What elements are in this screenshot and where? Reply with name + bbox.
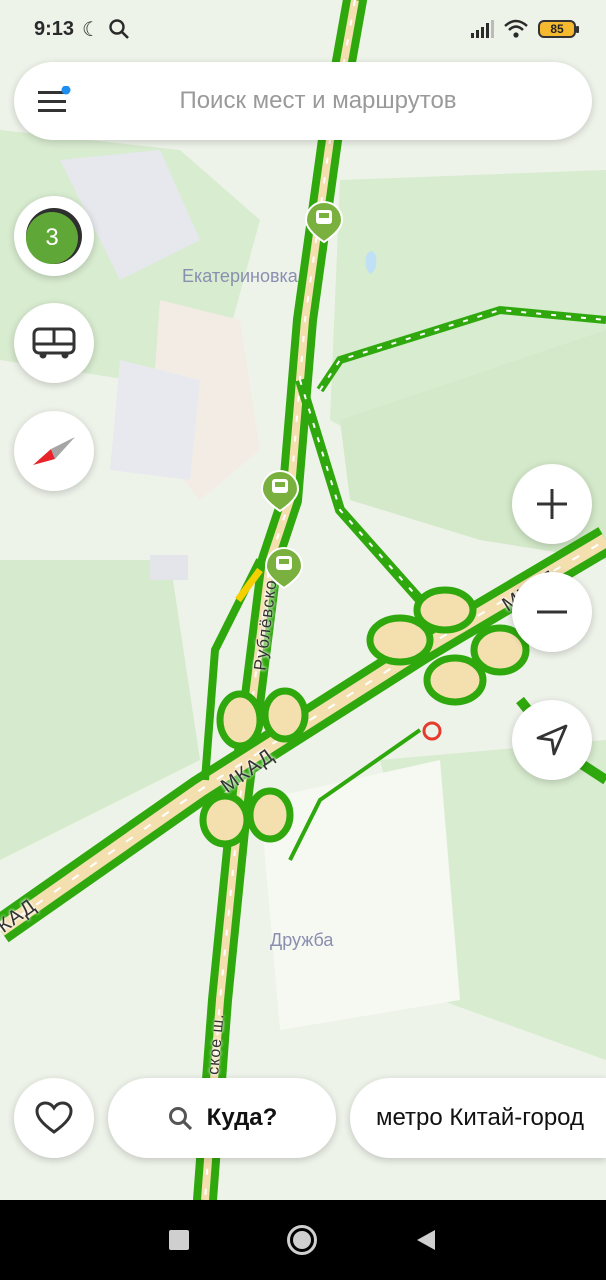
compass-icon [33,437,75,465]
place-label-druzhba: Дружба [270,930,334,950]
hamburger-menu-icon [38,86,71,112]
where-to-button[interactable]: Куда? [108,1078,336,1158]
plus-icon [537,489,567,519]
residential-area [110,360,200,480]
home-button[interactable] [287,1225,317,1255]
clock: 9:13 [34,17,75,40]
menu-button[interactable] [14,62,94,140]
home-icon [293,1231,311,1249]
moon-icon: ☾ [82,18,100,41]
traffic-level: 3 [26,212,78,264]
suggestion-chip[interactable]: метро Китай-город [350,1078,606,1158]
status-bar: 9:13 ☾ 85 [0,0,606,58]
transport-button[interactable] [14,303,94,383]
system-navigation-bar [0,1200,606,1280]
minus-icon [537,610,567,614]
battery-icon: 85 [538,20,579,38]
building [150,555,188,580]
recents-button[interactable] [169,1230,189,1250]
signal-icon [471,20,494,38]
navigation-arrow-icon [536,724,568,756]
zoom-out-button[interactable] [512,572,592,652]
compass-button[interactable] [14,411,94,491]
bottom-actions: Куда? метро Китай-город [0,1078,606,1158]
favorites-button[interactable] [14,1078,94,1158]
suggestion-label: метро Китай-город [376,1104,585,1131]
zoom-in-button[interactable] [512,464,592,544]
wifi-icon [504,19,528,38]
place-label-ekaterinovka: Екатериновка [182,266,298,286]
traffic-button[interactable]: 3 [14,196,94,276]
search-input[interactable]: Поиск мест и маршрутов [94,87,592,115]
search-icon [109,19,129,39]
search-bar[interactable]: Поиск мест и маршрутов [14,62,592,140]
my-location-button[interactable] [512,700,592,780]
heart-icon [35,1101,73,1134]
where-to-label: Куда? [206,1104,278,1131]
search-icon [168,1107,192,1131]
bus-icon [32,327,76,359]
back-button[interactable] [415,1228,437,1252]
traffic-level-icon: 3 [26,208,82,264]
